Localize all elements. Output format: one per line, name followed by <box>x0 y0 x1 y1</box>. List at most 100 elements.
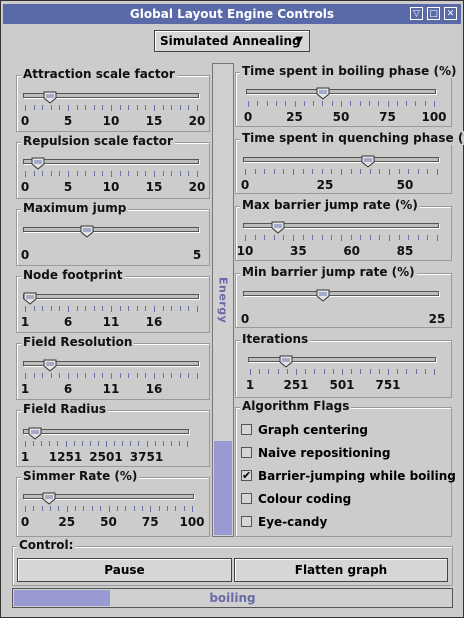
attraction-scale-factor-tick-label: 0 <box>20 114 30 128</box>
simmer-rate-tick-label: 50 <box>100 515 117 529</box>
algorithm-select[interactable]: Simulated Annealing ▼ <box>154 30 310 52</box>
node-footprint-tick-label: 1 <box>20 315 30 329</box>
energy-meter: Energy <box>212 63 234 537</box>
maximum-jump-slider-thumb[interactable] <box>80 223 94 238</box>
repulsion-scale-factor-tick-label: 5 <box>63 180 73 194</box>
max-barrier-jump-rate-tick-label: 10 <box>236 244 254 258</box>
time-spent-in-boiling-phase-slider-thumb[interactable] <box>316 85 330 100</box>
time-spent-in-boiling-phase-tick-label: 100 <box>421 110 447 124</box>
time-spent-in-boiling-phase-tick-label: 25 <box>286 110 303 124</box>
iterations-slider-track[interactable] <box>248 357 436 362</box>
iterations-tick-label: 751 <box>375 378 401 392</box>
time-spent-in-quenching-phase-tick-label: 25 <box>316 178 334 192</box>
algorithm-select-value: Simulated Annealing <box>160 34 301 48</box>
min-barrier-jump-rate-tick-label: 0 <box>240 312 250 326</box>
field-radius-tick-label: 3751 <box>129 450 164 464</box>
repulsion-scale-factor-slider-thumb[interactable] <box>31 155 45 170</box>
repulsion-scale-factor-tick-label: 0 <box>20 180 30 194</box>
maximum-jump-group: Maximum jump <box>16 201 210 266</box>
naive-repositioning-checkbox[interactable] <box>241 447 252 458</box>
simmer-rate-tick-label: 0 <box>20 515 30 529</box>
iterations-label: Iterations <box>240 332 311 346</box>
simmer-rate-tick-label: 25 <box>58 515 76 529</box>
iterations-slider-thumb[interactable] <box>279 353 293 368</box>
attraction-scale-factor-tick-label: 5 <box>63 114 73 128</box>
min-barrier-jump-rate-group: Min barrier jump rate (%) <box>235 265 452 328</box>
node-footprint-label: Node footprint <box>21 268 125 282</box>
field-radius-slider-track[interactable] <box>23 429 189 434</box>
window-title: Global Layout Engine Controls <box>129 7 335 21</box>
field-resolution-tick-label: 6 <box>63 382 73 396</box>
repulsion-scale-factor-slider-track[interactable] <box>23 159 199 164</box>
pause-button[interactable]: Pause <box>17 558 232 582</box>
time-spent-in-quenching-phase-slider-track[interactable] <box>243 157 439 162</box>
time-spent-in-quenching-phase-slider-thumb[interactable] <box>361 153 375 168</box>
time-spent-in-boiling-phase-slider-track[interactable] <box>246 89 436 94</box>
eye-candy-checkbox[interactable] <box>241 516 252 527</box>
time-spent-in-boiling-phase-label: Time spent in boiling phase (%) <box>240 64 459 78</box>
algorithm-flags-title: Algorithm Flags <box>240 399 352 413</box>
node-footprint-slider-thumb[interactable] <box>23 290 37 305</box>
repulsion-scale-factor-tick-marks <box>25 171 198 177</box>
title-bar[interactable]: Global Layout Engine Controls ▽ □ ✕ <box>3 4 461 24</box>
control-title: Control: <box>17 538 76 552</box>
energy-label: Energy <box>216 276 230 324</box>
repulsion-scale-factor-label: Repulsion scale factor <box>21 134 175 148</box>
field-resolution-tick-label: 1 <box>20 382 30 396</box>
attraction-scale-factor-tick-label: 20 <box>188 114 206 128</box>
iterations-tick-label: 1 <box>245 378 255 392</box>
chevron-down-icon: ▼ <box>295 35 303 46</box>
graph-centering-checkbox[interactable] <box>241 424 252 435</box>
colour-coding-label: Colour coding <box>258 492 352 506</box>
node-footprint-tick-marks <box>25 306 198 312</box>
simmer-rate-tick-marks <box>25 506 193 512</box>
node-footprint-tick-label: 11 <box>102 315 120 329</box>
node-footprint-tick-label: 6 <box>63 315 73 329</box>
field-radius-slider-thumb[interactable] <box>28 425 42 440</box>
attraction-scale-factor-tick-label: 15 <box>145 114 163 128</box>
attraction-scale-factor-slider-thumb[interactable] <box>43 89 57 104</box>
field-resolution-slider-thumb[interactable] <box>43 357 57 372</box>
field-resolution-label: Field Resolution <box>21 335 135 349</box>
max-barrier-jump-rate-slider-thumb[interactable] <box>271 219 285 234</box>
time-spent-in-boiling-phase-tick-label: 75 <box>379 110 396 124</box>
time-spent-in-quenching-phase-label: Time spent in quenching phase (%) <box>240 131 464 145</box>
colour-coding-checkbox[interactable] <box>241 493 252 504</box>
field-radius-tick-label: 1 <box>20 450 30 464</box>
min-barrier-jump-rate-slider-track[interactable] <box>243 291 439 296</box>
min-barrier-jump-rate-label: Min barrier jump rate (%) <box>240 265 417 279</box>
simmer-rate-label: Simmer Rate (%) <box>21 469 140 483</box>
attraction-scale-factor-tick-label: 10 <box>102 114 120 128</box>
close-icon[interactable]: ✕ <box>444 7 457 20</box>
attraction-scale-factor-tick-marks <box>25 105 198 111</box>
iterations-tick-marks <box>250 369 435 375</box>
iterations-tick-label: 501 <box>329 378 355 392</box>
time-spent-in-boiling-phase-tick-label: 0 <box>243 110 253 124</box>
simmer-rate-slider-thumb[interactable] <box>42 490 56 505</box>
flatten-graph-button[interactable]: Flatten graph <box>234 558 448 582</box>
field-radius-tick-label: 2501 <box>89 450 123 464</box>
barrier-jumping-while-boiling-checkbox[interactable]: ✔ <box>241 470 252 481</box>
maximum-jump-tick-label: 5 <box>192 248 202 262</box>
repulsion-scale-factor-tick-label: 20 <box>188 180 206 194</box>
node-footprint-slider-track[interactable] <box>23 294 199 299</box>
min-barrier-jump-rate-tick-label: 25 <box>428 312 446 326</box>
time-spent-in-boiling-phase-tick-marks <box>248 101 435 107</box>
min-barrier-jump-rate-slider-thumb[interactable] <box>316 287 330 302</box>
field-radius-tick-marks <box>25 441 188 447</box>
maximum-jump-slider-track[interactable] <box>23 227 199 232</box>
naive-repositioning-label: Naive repositioning <box>258 446 391 460</box>
window: Global Layout Engine Controls ▽ □ ✕ Simu… <box>0 0 464 618</box>
time-spent-in-quenching-phase-tick-marks <box>245 169 438 175</box>
max-barrier-jump-rate-tick-label: 35 <box>289 244 307 258</box>
maximize-icon[interactable]: □ <box>427 7 440 20</box>
time-spent-in-quenching-phase-tick-label: 0 <box>240 178 250 192</box>
max-barrier-jump-rate-tick-label: 60 <box>343 244 361 258</box>
time-spent-in-quenching-phase-tick-label: 50 <box>396 178 414 192</box>
field-resolution-tick-label: 16 <box>145 382 163 396</box>
simmer-rate-tick-label: 100 <box>179 515 205 529</box>
status-text: boiling <box>209 591 256 605</box>
attraction-scale-factor-label: Attraction scale factor <box>21 67 177 81</box>
menu-arrow-icon[interactable]: ▽ <box>410 7 423 20</box>
max-barrier-jump-rate-tick-label: 85 <box>396 244 414 258</box>
